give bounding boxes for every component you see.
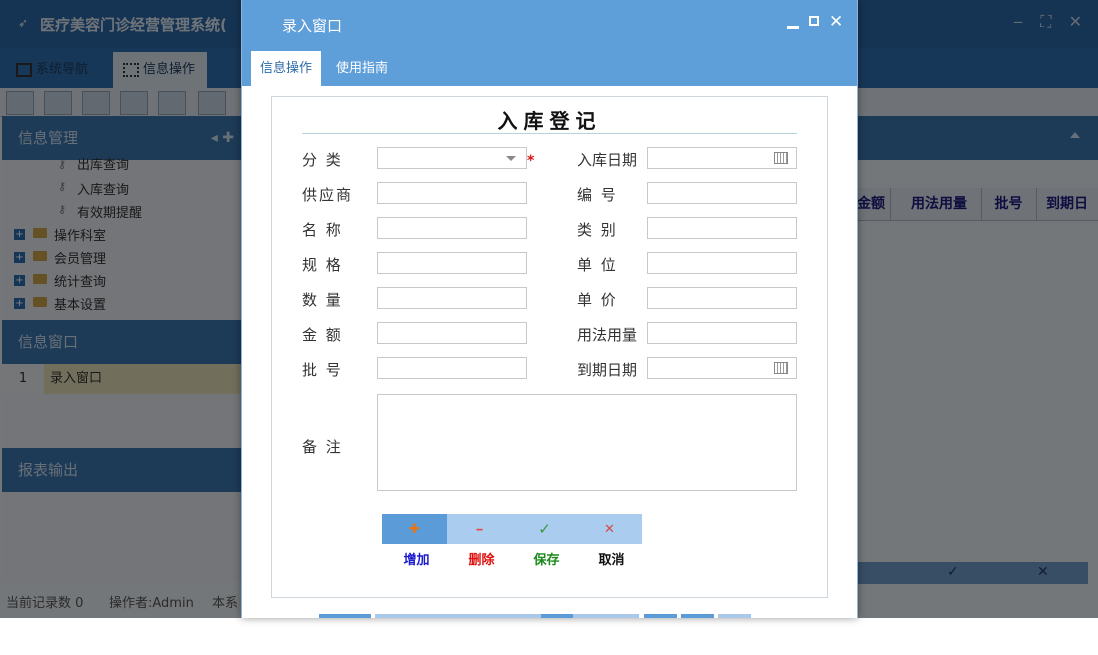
strip-segment: [541, 614, 573, 618]
delete-button[interactable]: ━: [447, 514, 512, 544]
add-label[interactable]: 增加: [384, 549, 449, 568]
required-marker: *: [527, 153, 535, 169]
save-label[interactable]: 保存: [514, 549, 579, 568]
expiry-date-field[interactable]: [647, 357, 797, 379]
supplier-label: 供应商: [302, 186, 354, 204]
strip-segment: [441, 614, 541, 618]
code-label: 编 号: [577, 186, 618, 204]
entry-window: 录入窗口 ✕ 信息操作 使用指南 入库登记 分 类 * 供应商 名 称 规 格 …: [241, 0, 858, 618]
minimize-icon[interactable]: [787, 26, 799, 29]
supplier-field[interactable]: [377, 182, 527, 204]
calendar-icon[interactable]: [774, 152, 788, 164]
quantity-label: 数 量: [302, 291, 343, 309]
type-field[interactable]: [647, 217, 797, 239]
amount-field[interactable]: [377, 322, 527, 344]
bottom-button-strip: [242, 614, 857, 618]
cancel-label[interactable]: 取消: [579, 549, 644, 568]
maximize-icon[interactable]: [809, 16, 819, 26]
cancel-button[interactable]: ✕: [577, 514, 642, 544]
amount-label: 金 额: [302, 326, 343, 344]
delete-label[interactable]: 删除: [449, 549, 514, 568]
unit-label: 单 位: [577, 256, 618, 274]
modal-titlebar[interactable]: 录入窗口 ✕: [242, 0, 857, 46]
expiry-date-label: 到期日期: [577, 361, 638, 379]
title-divider: [302, 133, 797, 134]
chevron-down-icon: [506, 156, 516, 161]
unit-price-label: 单 价: [577, 291, 618, 309]
check-icon: ✓: [538, 520, 551, 538]
modal-body: 入库登记 分 类 * 供应商 名 称 规 格 数 量 金 额 批 号 入库日期: [242, 86, 857, 618]
save-button[interactable]: ✓: [512, 514, 577, 544]
minus-icon: ━: [476, 525, 483, 536]
batch-label: 批 号: [302, 361, 343, 379]
form-title: 入库登记: [497, 109, 602, 133]
name-label: 名 称: [302, 221, 343, 239]
tab-info-operation[interactable]: 信息操作: [251, 51, 322, 86]
category-label: 分 类: [302, 151, 343, 169]
modal-tabbar: 信息操作 使用指南: [242, 46, 857, 86]
strip-segment: [573, 614, 639, 618]
unit-field[interactable]: [647, 252, 797, 274]
close-icon[interactable]: ✕: [829, 12, 843, 32]
category-select[interactable]: [377, 147, 527, 169]
strip-segment: [375, 614, 441, 618]
spec-field[interactable]: [377, 252, 527, 274]
spec-label: 规 格: [302, 256, 343, 274]
inbound-form: 入库登记 分 类 * 供应商 名 称 规 格 数 量 金 额 批 号 入库日期: [271, 96, 828, 598]
tab-user-guide[interactable]: 使用指南: [327, 51, 397, 86]
remark-label: 备 注: [302, 438, 343, 456]
usage-field[interactable]: [647, 322, 797, 344]
batch-field[interactable]: [377, 357, 527, 379]
add-button[interactable]: ✚: [382, 514, 447, 544]
strip-segment: [681, 614, 714, 618]
usage-label: 用法用量: [577, 326, 638, 344]
unit-price-field[interactable]: [647, 287, 797, 309]
type-label: 类 别: [577, 221, 618, 239]
plus-icon: ✚: [409, 522, 420, 537]
code-field[interactable]: [647, 182, 797, 204]
inbound-date-label: 入库日期: [577, 151, 638, 169]
modal-title: 录入窗口: [282, 17, 343, 35]
x-icon: ✕: [604, 522, 615, 537]
quantity-field[interactable]: [377, 287, 527, 309]
remark-textarea[interactable]: [377, 394, 797, 491]
inbound-date-field[interactable]: [647, 147, 797, 169]
calendar-icon[interactable]: [774, 362, 788, 374]
strip-segment: [718, 614, 751, 618]
name-field[interactable]: [377, 217, 527, 239]
strip-segment: [319, 614, 371, 618]
strip-segment: [644, 614, 677, 618]
